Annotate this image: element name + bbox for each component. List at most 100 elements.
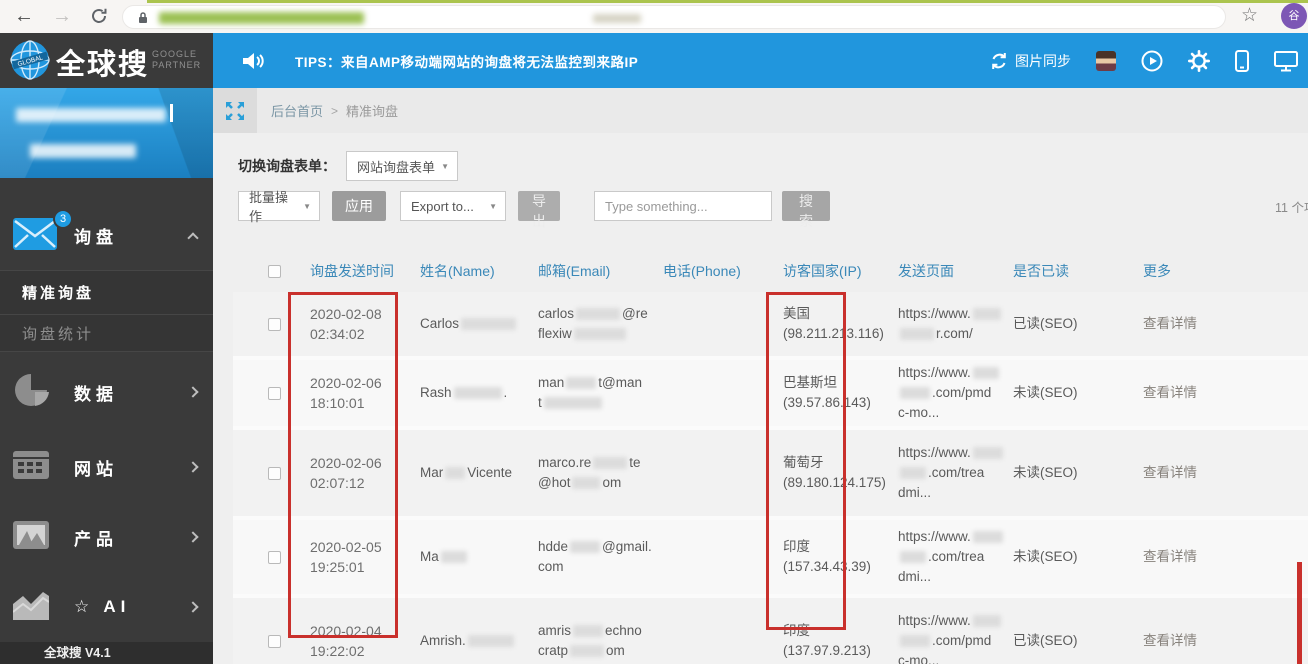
column-header[interactable]: 是否已读 bbox=[1005, 261, 1135, 281]
trend-chart-icon bbox=[12, 590, 50, 625]
caret-down-icon: ▼ bbox=[441, 161, 449, 171]
play-circle-icon[interactable] bbox=[1141, 50, 1163, 72]
apply-button[interactable]: 应用 bbox=[332, 191, 386, 221]
bulk-action-dropdown[interactable]: 批量操作 ▼ bbox=[238, 190, 320, 224]
chevron-right-icon bbox=[187, 461, 199, 473]
cell-more: 查看详情 bbox=[1135, 383, 1308, 403]
expand-fullscreen-icon[interactable] bbox=[213, 88, 257, 133]
row-checkbox[interactable] bbox=[268, 466, 281, 480]
text-fragment: Amrish. bbox=[420, 633, 466, 648]
address-bar[interactable] bbox=[122, 5, 1226, 29]
text-fragment: dmi... bbox=[898, 485, 932, 500]
sidebar-item-ai[interactable]: ☆ AI bbox=[0, 572, 213, 642]
row-checkbox[interactable] bbox=[268, 317, 281, 331]
view-details-link[interactable]: 查看详情 bbox=[1143, 385, 1197, 400]
redacted-text bbox=[566, 377, 597, 390]
banner-text-fragment bbox=[170, 104, 173, 122]
redacted-text bbox=[453, 387, 502, 400]
cell-email: carlos @re flexiw bbox=[530, 304, 655, 344]
breadcrumb-home-link[interactable]: 后台首页 bbox=[271, 101, 323, 120]
cell-sent-page: https://www. .com/pmd c-mo... bbox=[890, 611, 1005, 664]
browser-refresh-icon[interactable] bbox=[90, 7, 108, 30]
view-details-link[interactable]: 查看详情 bbox=[1143, 465, 1197, 480]
cell-sent-page: https://www. .com/trea dmi... bbox=[890, 527, 1005, 587]
text-fragment: Ma bbox=[420, 549, 439, 564]
text-fragment: https://www. bbox=[898, 529, 971, 544]
export-format-dropdown[interactable]: Export to... ▼ bbox=[400, 191, 506, 221]
sidebar-item-product[interactable]: 产品 bbox=[0, 502, 213, 572]
sidebar-item-inquiry[interactable]: 3 询盘 bbox=[0, 200, 213, 270]
sidebar-item-website[interactable]: 网站 bbox=[0, 432, 213, 502]
redacted-text bbox=[900, 467, 926, 480]
lock-icon bbox=[137, 11, 149, 30]
row-checkbox[interactable] bbox=[268, 550, 281, 564]
view-details-link[interactable]: 查看详情 bbox=[1143, 549, 1197, 564]
browser-back-icon[interactable]: ← bbox=[14, 3, 34, 29]
redacted-text bbox=[972, 615, 1001, 628]
user-avatar-icon[interactable] bbox=[1096, 50, 1116, 71]
redacted-company-name bbox=[16, 108, 166, 122]
search-input[interactable] bbox=[594, 191, 772, 221]
table-row: 2020-02-06 18:10:01 Rash. man t@man t 巴基斯坦 (39.… bbox=[233, 360, 1308, 430]
cell-read-status: 已读(SEO) bbox=[1013, 633, 1078, 648]
company-banner bbox=[0, 88, 213, 178]
sidebar-item-data[interactable]: 数据 bbox=[0, 352, 213, 432]
envelope-icon: 3 bbox=[13, 209, 73, 255]
image-sync-label: 图片同步 bbox=[1015, 52, 1071, 69]
form-select-dropdown[interactable]: 网站询盘表单 ▼ bbox=[346, 151, 458, 181]
column-header[interactable]: 发送页面 bbox=[890, 261, 1005, 281]
row-checkbox[interactable] bbox=[268, 386, 281, 400]
search-button[interactable]: 搜索 bbox=[782, 191, 830, 229]
view-details-link[interactable]: 查看详情 bbox=[1143, 633, 1197, 648]
desktop-monitor-icon[interactable] bbox=[1274, 50, 1298, 72]
redacted-text bbox=[572, 477, 601, 490]
redacted-text bbox=[570, 541, 601, 554]
cell-country-ip: 印度 (137.97.9.213) bbox=[783, 623, 871, 658]
text-fragment: c-mo... bbox=[898, 405, 940, 420]
column-header[interactable]: 姓名(Name) bbox=[412, 261, 530, 281]
sidebar-subitem-precise-inquiry[interactable]: 精准询盘 bbox=[0, 270, 213, 314]
text-fragment: echno bbox=[605, 623, 642, 638]
column-header[interactable]: 邮箱(Email) bbox=[530, 261, 655, 281]
gear-icon[interactable] bbox=[1188, 49, 1210, 72]
cell-country-ip: 巴基斯坦 (39.57.86.143) bbox=[783, 375, 871, 410]
image-sync-button[interactable]: 图片同步 bbox=[989, 51, 1071, 71]
cell-name: Ma bbox=[412, 547, 530, 567]
speaker-icon[interactable] bbox=[241, 51, 265, 71]
app-logo: GLOBAL 全球搜 GOOGLE PARTNER bbox=[0, 33, 213, 88]
redacted-text bbox=[467, 635, 514, 648]
row-checkbox-cell bbox=[233, 550, 302, 564]
row-checkbox[interactable] bbox=[268, 634, 281, 648]
column-header[interactable]: 访客国家(IP) bbox=[775, 261, 890, 281]
text-fragment: https://www. bbox=[898, 306, 971, 321]
browser-profile-avatar[interactable]: 谷 bbox=[1281, 3, 1307, 29]
sidebar-item-label: 产品 bbox=[74, 529, 118, 549]
text-fragment: cratp bbox=[538, 643, 569, 658]
redacted-company-line2 bbox=[30, 144, 136, 158]
select-all-checkbox[interactable] bbox=[268, 264, 281, 278]
column-header[interactable]: 电话(Phone) bbox=[655, 261, 775, 281]
breadcrumb-separator: > bbox=[331, 103, 339, 118]
cell-sent-time: 2020-02-04 19:22:02 bbox=[310, 623, 382, 659]
cell-sent-time: 2020-02-06 18:10:01 bbox=[310, 375, 382, 411]
sidebar: GLOBAL 全球搜 GOOGLE PARTNER 3 询盘 精准询盘 询盘统计 … bbox=[0, 33, 213, 664]
browser-forward-icon[interactable]: → bbox=[52, 3, 72, 29]
mobile-phone-icon[interactable] bbox=[1235, 49, 1249, 72]
website-grid-icon bbox=[13, 450, 49, 484]
redacted-text bbox=[573, 328, 626, 341]
sidebar-subitem-inquiry-stats[interactable]: 询盘统计 bbox=[0, 314, 213, 352]
export-button[interactable]: 导出 bbox=[518, 191, 560, 229]
text-fragment: hdde bbox=[538, 539, 569, 554]
text-fragment: .com/pmd bbox=[932, 385, 992, 400]
bookmark-star-icon[interactable]: ☆ bbox=[1241, 4, 1258, 27]
column-header[interactable]: 更多 bbox=[1135, 261, 1308, 281]
redacted-text bbox=[593, 457, 628, 470]
chevron-right-icon bbox=[187, 386, 199, 398]
view-details-link[interactable]: 查看详情 bbox=[1143, 316, 1197, 331]
cell-sent-page: https://www. .com/trea dmi... bbox=[890, 443, 1005, 503]
column-header[interactable]: 询盘发送时间 bbox=[302, 261, 412, 281]
table-row: 2020-02-04 19:22:02 Amrish. amris echno cratp… bbox=[233, 598, 1308, 664]
form-select-value: 网站询盘表单 bbox=[357, 159, 436, 175]
text-fragment: dmi... bbox=[898, 569, 932, 584]
sync-icon bbox=[992, 52, 1006, 69]
